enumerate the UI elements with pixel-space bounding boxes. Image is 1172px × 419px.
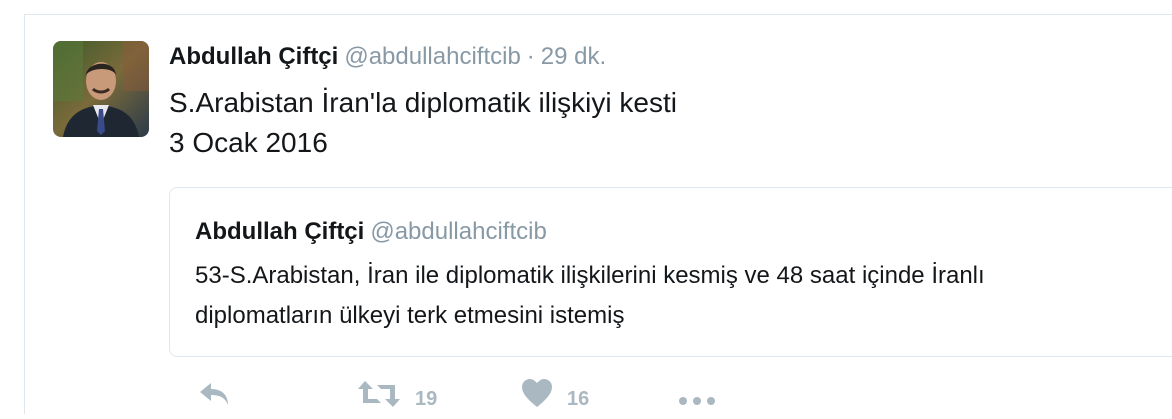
- like-button[interactable]: 16: [521, 379, 589, 419]
- avatar[interactable]: [53, 41, 149, 137]
- more-icon: [679, 397, 715, 405]
- quoted-text-line: 53-S.Arabistan, İran ile diplomatik iliş…: [195, 262, 985, 289]
- quoted-text-line: diplomatların ülkeyi terk etmesini istem…: [195, 302, 625, 329]
- quoted-tweet[interactable]: Abdullah Çiftçi @abdullahciftcib 53-S.Ara…: [169, 187, 1172, 357]
- tweet[interactable]: Abdullah Çiftçi @abdullahciftcib · 29 dk. S…: [24, 14, 1172, 414]
- quoted-tweet-text: 53-S.Arabistan, İran ile diplomatik iliş…: [195, 256, 1155, 336]
- retweet-button[interactable]: 19: [357, 379, 437, 419]
- like-count: 16: [567, 388, 590, 410]
- separator: ·: [526, 43, 535, 70]
- tweet-text-line: S.Arabistan İran'la diplomatik ilişkiyi …: [169, 87, 677, 118]
- author-username[interactable]: @abdullahciftcib: [344, 43, 520, 70]
- heart-icon: [522, 379, 552, 407]
- author-fullname[interactable]: Abdullah Çiftçi: [169, 43, 338, 70]
- avatar-photo: [53, 41, 149, 137]
- tweet-header: Abdullah Çiftçi @abdullahciftcib · 29 dk.: [169, 41, 606, 73]
- reply-icon: [200, 383, 228, 405]
- quoted-tweet-header: Abdullah Çiftçi @abdullahciftcib: [195, 216, 547, 248]
- more-button[interactable]: [677, 379, 717, 419]
- retweet-count: 19: [415, 388, 438, 410]
- tweet-text: S.Arabistan İran'la diplomatik ilişkiyi …: [169, 83, 677, 163]
- quoted-author-fullname: Abdullah Çiftçi: [195, 218, 365, 245]
- tweet-timestamp[interactable]: 29 dk.: [541, 43, 606, 70]
- retweet-icon: [358, 381, 400, 407]
- tweet-text-line: 3 Ocak 2016: [169, 127, 328, 158]
- tweet-actions: 19 16: [169, 379, 869, 419]
- reply-button[interactable]: [197, 379, 231, 419]
- quoted-author-username: @abdullahciftcib: [370, 218, 547, 245]
